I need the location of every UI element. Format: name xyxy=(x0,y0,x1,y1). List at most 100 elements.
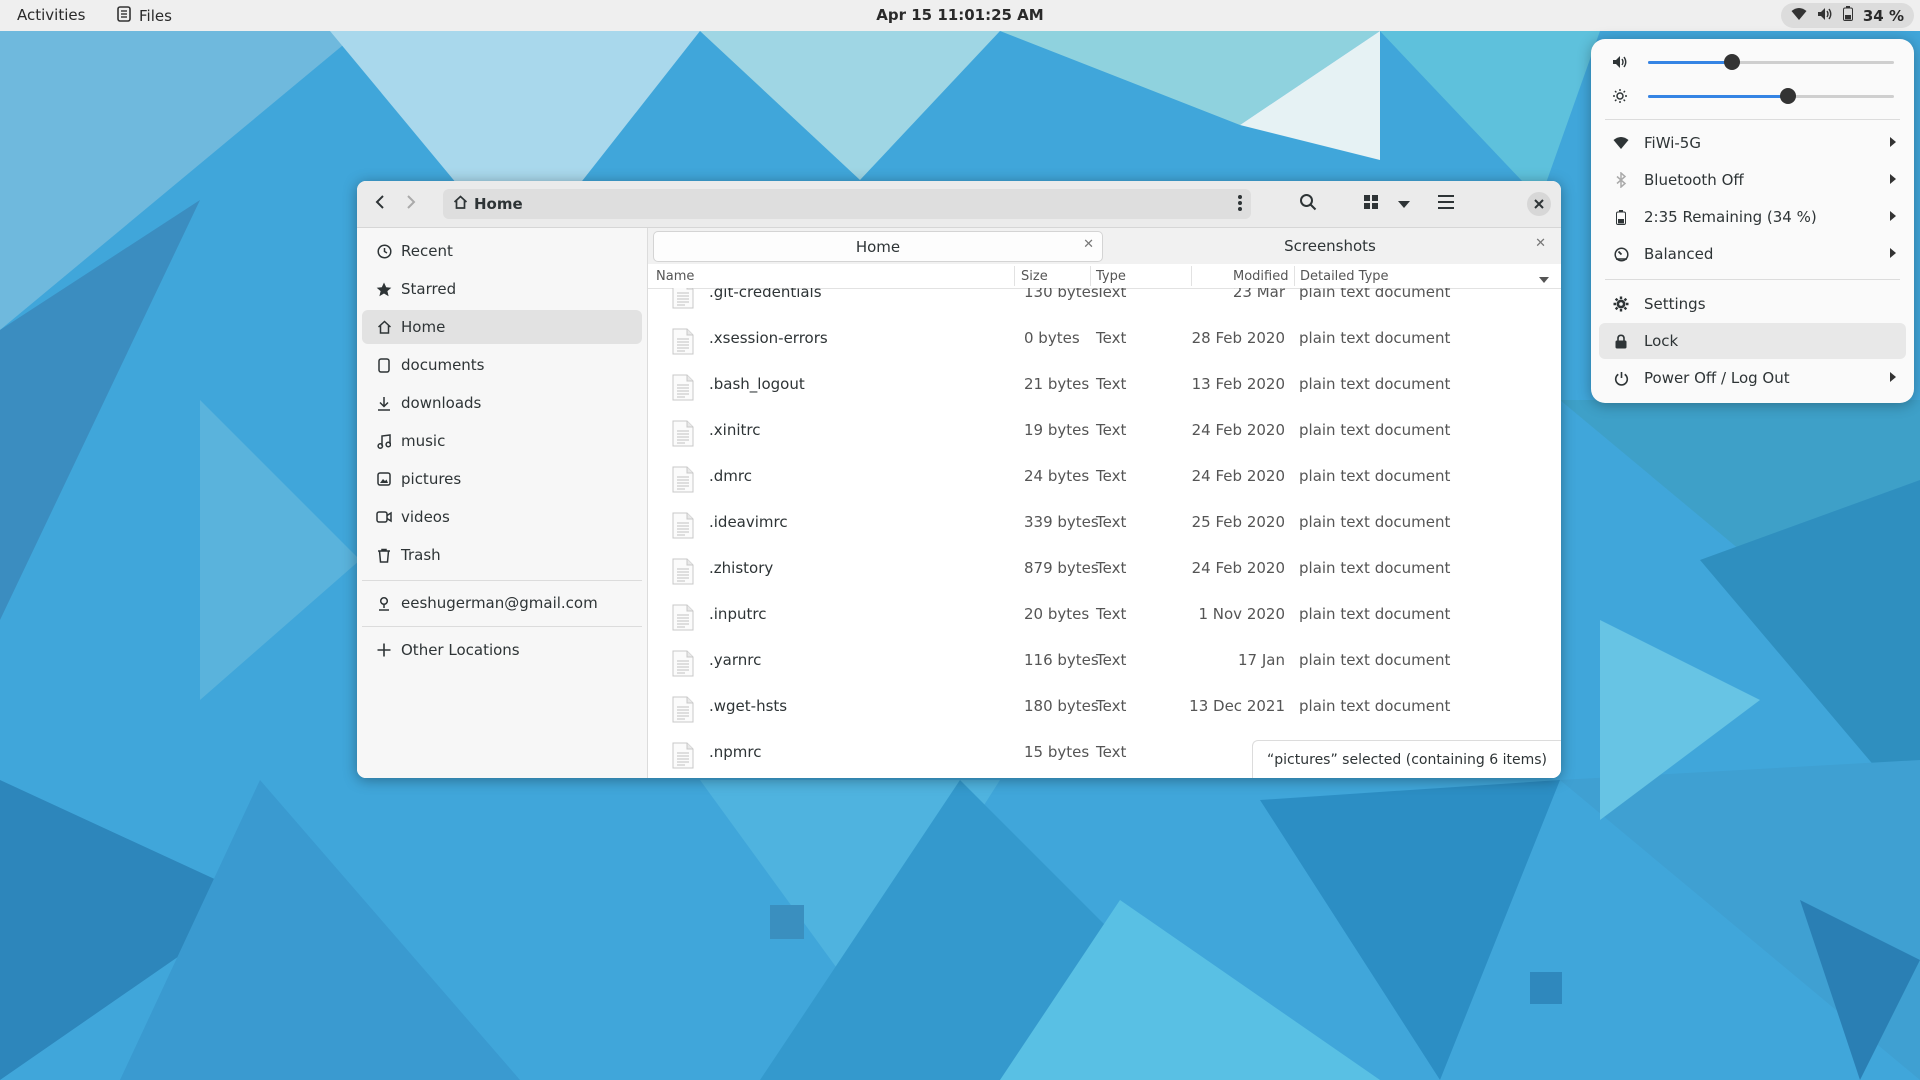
text-file-icon xyxy=(672,558,694,585)
menu-item-label: Settings xyxy=(1644,295,1706,313)
activities-button[interactable]: Activities xyxy=(17,6,85,24)
column-header-name[interactable]: Name xyxy=(656,269,694,284)
file-row[interactable]: .xsession-errors 0 bytes Text 28 Feb 2020 pl… xyxy=(648,318,1561,364)
sidebar-item-videos[interactable]: videos xyxy=(362,500,642,534)
sidebar-divider xyxy=(362,580,642,581)
text-file-icon xyxy=(672,650,694,677)
volume-track[interactable] xyxy=(1648,54,1894,70)
tab-screenshots[interactable]: Screenshots ✕ xyxy=(1106,231,1554,260)
file-modified: 13 Dec 2021 xyxy=(1189,697,1285,715)
menu-item-settings[interactable]: Settings xyxy=(1599,286,1906,322)
file-row[interactable]: .inputrc 20 bytes Text 1 Nov 2020 plain text… xyxy=(648,594,1561,640)
file-row[interactable]: .xinitrc 19 bytes Text 24 Feb 2020 plain tex… xyxy=(648,410,1561,456)
file-type: Text xyxy=(1096,288,1127,301)
path-menu-button[interactable] xyxy=(1237,194,1243,216)
menu-item-power-off[interactable]: Power Off / Log Out xyxy=(1599,360,1906,396)
brightness-handle[interactable] xyxy=(1780,88,1797,104)
menu-item-bluetooth[interactable]: Bluetooth Off xyxy=(1599,162,1906,198)
main-menu-button[interactable] xyxy=(1432,190,1460,218)
brightness-track[interactable] xyxy=(1648,88,1894,104)
file-modified: 24 Feb 2020 xyxy=(1191,559,1285,577)
sidebar-item-label: pictures xyxy=(401,470,462,488)
sidebar-item-trash[interactable]: Trash xyxy=(362,538,642,572)
download-icon xyxy=(375,394,393,412)
close-icon xyxy=(1534,195,1544,213)
clock[interactable]: Apr 15 11:01:25 AM xyxy=(876,6,1043,24)
tab-home[interactable]: Home ✕ xyxy=(653,231,1103,262)
file-name: .wget-hsts xyxy=(709,697,788,715)
back-button[interactable] xyxy=(366,190,394,218)
file-row[interactable]: .git-credentials 130 bytes Text 23 Mar plain… xyxy=(648,288,1561,318)
path-crumb-home[interactable]: Home xyxy=(453,195,523,213)
file-size: 339 bytes xyxy=(1024,513,1099,531)
view-options-button[interactable] xyxy=(1390,190,1418,218)
sidebar-item-starred[interactable]: Starred xyxy=(362,272,642,306)
column-header-size[interactable]: Size xyxy=(1021,269,1048,284)
files-window: Home Recent Starred Home documents downl… xyxy=(357,181,1561,778)
menu-divider xyxy=(1605,119,1900,120)
text-file-icon xyxy=(672,742,694,769)
column-header-detailed-type[interactable]: Detailed Type xyxy=(1300,269,1389,284)
bluetooth-icon xyxy=(1612,171,1630,189)
file-row[interactable]: .dmrc 24 bytes Text 24 Feb 2020 plain text d… xyxy=(648,456,1561,502)
file-detailed-type: plain text document xyxy=(1299,651,1451,669)
file-detailed-type: plain text document xyxy=(1299,697,1451,715)
document-icon xyxy=(375,356,393,374)
system-status-area[interactable]: 34 % xyxy=(1780,3,1914,28)
sidebar-item-music[interactable]: music xyxy=(362,424,642,458)
column-options-caret-icon[interactable] xyxy=(1539,272,1549,287)
file-name: .git-credentials xyxy=(709,288,822,301)
chevron-left-icon xyxy=(375,195,385,213)
home-icon xyxy=(375,318,393,336)
file-row[interactable]: .yarnrc 116 bytes Text 17 Jan plain text doc… xyxy=(648,640,1561,686)
sidebar-item-label: eeshugerman@gmail.com xyxy=(401,594,598,612)
file-size: 24 bytes xyxy=(1024,467,1090,485)
file-row[interactable]: .ideavimrc 339 bytes Text 25 Feb 2020 plain … xyxy=(648,502,1561,548)
volume-handle[interactable] xyxy=(1723,54,1740,70)
menu-item-power-profile[interactable]: Balanced xyxy=(1599,236,1906,272)
column-header-type[interactable]: Type xyxy=(1096,269,1126,284)
chevron-right-icon xyxy=(406,195,416,213)
sidebar-item-pictures[interactable]: pictures xyxy=(362,462,642,496)
column-header-modified[interactable]: Modified xyxy=(1233,269,1288,284)
menu-item-label: FiWi-5G xyxy=(1644,134,1701,152)
sidebar-item-label: documents xyxy=(401,356,485,374)
volume-slider[interactable] xyxy=(1605,50,1900,74)
app-menu-button[interactable]: Files xyxy=(117,6,172,26)
power-profile-icon xyxy=(1612,245,1630,263)
sidebar-item-home[interactable]: Home xyxy=(362,310,642,344)
close-tab-icon[interactable]: ✕ xyxy=(1535,236,1546,251)
file-size: 0 bytes xyxy=(1024,329,1080,347)
clock-icon xyxy=(375,242,393,260)
sidebar-item-documents[interactable]: documents xyxy=(362,348,642,382)
menu-item-battery[interactable]: 2:35 Remaining (34 %) xyxy=(1599,199,1906,235)
menu-item-wifi[interactable]: FiWi-5G xyxy=(1599,125,1906,161)
forward-button[interactable] xyxy=(397,190,425,218)
submenu-arrow-icon xyxy=(1890,174,1896,184)
file-detailed-type: plain text document xyxy=(1299,288,1451,301)
close-tab-icon[interactable]: ✕ xyxy=(1083,237,1094,252)
sidebar-item-recent[interactable]: Recent xyxy=(362,234,642,268)
path-bar[interactable]: Home xyxy=(443,189,1251,219)
power-icon xyxy=(1612,369,1630,387)
header-bar: Home xyxy=(357,181,1561,228)
text-file-icon xyxy=(672,328,694,355)
search-button[interactable] xyxy=(1294,190,1322,218)
menu-item-label: Balanced xyxy=(1644,245,1714,263)
file-row[interactable]: .zhistory 879 bytes Text 24 Feb 2020 plain t… xyxy=(648,548,1561,594)
menu-item-lock[interactable]: Lock xyxy=(1599,323,1906,359)
sidebar-item-online-account[interactable]: eeshugerman@gmail.com xyxy=(362,586,642,620)
file-row[interactable]: .bash_logout 21 bytes Text 13 Feb 2020 plain… xyxy=(648,364,1561,410)
file-modified: 1 Nov 2020 xyxy=(1198,605,1285,623)
volume-fill xyxy=(1648,61,1732,64)
brightness-slider[interactable] xyxy=(1605,84,1900,108)
file-name: .xsession-errors xyxy=(709,329,828,347)
sidebar-item-downloads[interactable]: downloads xyxy=(362,386,642,420)
file-detailed-type: plain text document xyxy=(1299,467,1451,485)
close-window-button[interactable] xyxy=(1527,192,1551,216)
menu-item-label: 2:35 Remaining (34 %) xyxy=(1644,208,1817,226)
sidebar-item-other-locations[interactable]: Other Locations xyxy=(362,633,642,667)
view-grid-button[interactable] xyxy=(1357,190,1385,218)
text-file-icon xyxy=(672,420,694,447)
file-row[interactable]: .wget-hsts 180 bytes Text 13 Dec 2021 plain … xyxy=(648,686,1561,732)
